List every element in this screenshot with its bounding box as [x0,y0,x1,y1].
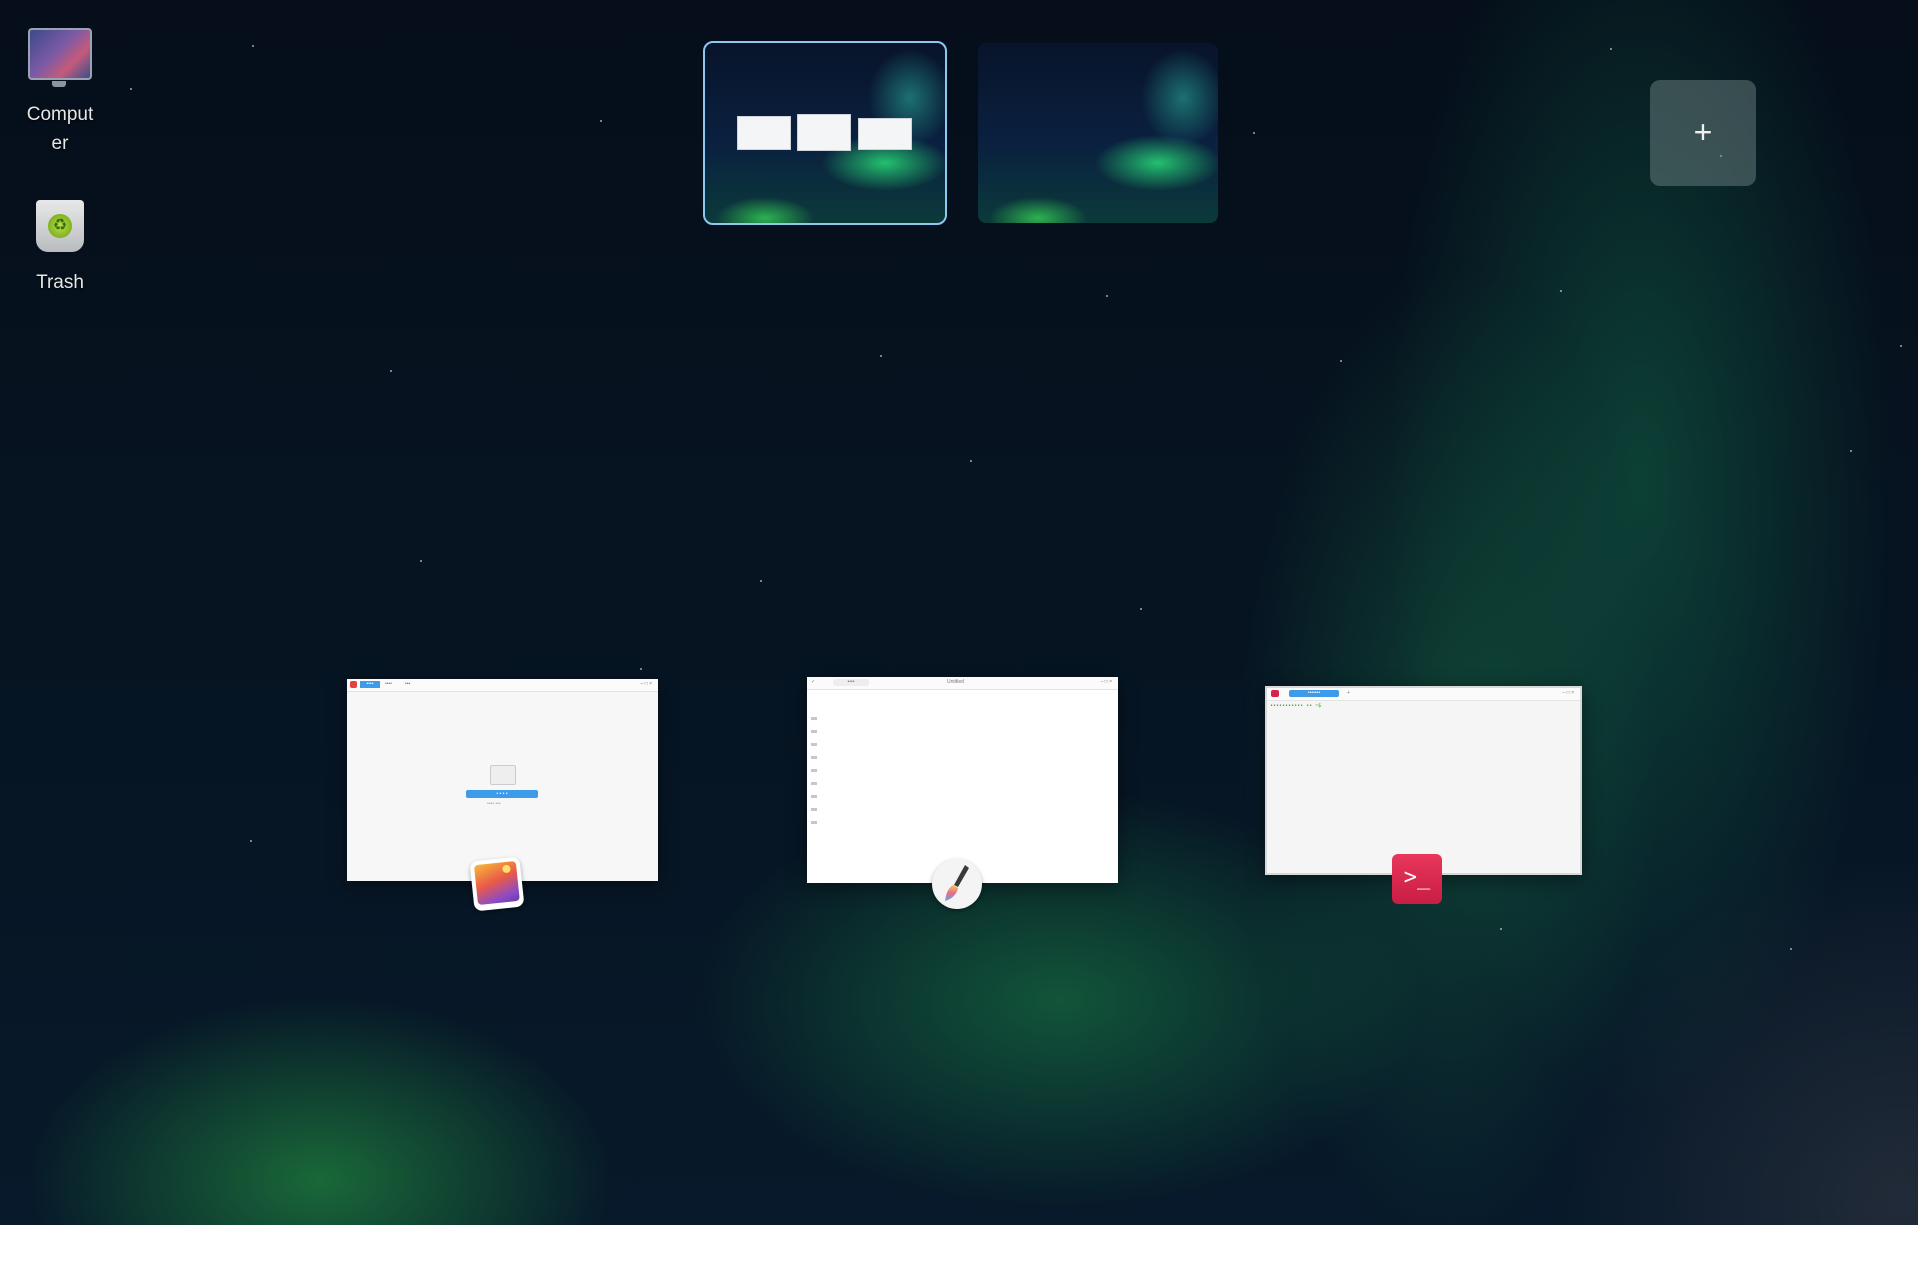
image-placeholder-icon [490,765,516,785]
terminal-logo-icon [1271,690,1279,697]
window-titlebar: ••••••• + – □ × [1267,688,1580,701]
star [880,355,882,357]
terminal-icon: >_ [1392,854,1442,904]
window-controls-icon: – □ × [1562,690,1575,696]
tab: •••• [385,681,393,687]
computer-icon [28,28,92,87]
tool-palette [811,717,817,827]
window-controls-icon: – □ × [640,681,653,687]
mini-window [737,116,791,150]
window-titlebar: •••• •••• ••• – □ × [347,679,658,692]
star [250,840,252,842]
star [1500,928,1502,930]
mini-window [797,114,851,151]
recycle-icon: ♻ [48,214,72,238]
terminal-tab: ••••••• [1289,690,1339,697]
desktop-icon-trash[interactable]: ♻ Trash [10,200,110,297]
star [1106,295,1108,297]
paint-brush-icon [932,859,982,909]
add-workspace-button[interactable]: + [1650,80,1756,186]
star [420,560,422,562]
window-title: Untitled [947,679,964,685]
star [600,120,602,122]
window-thumbnail-terminal[interactable]: ••••••• + – □ × ••••••••••• •• ~$ >_ [1265,686,1582,904]
desktop-icon-label: Comput er [26,104,94,154]
star [1340,360,1342,362]
star [1900,345,1902,347]
workspace-1-thumbnail[interactable] [703,41,947,225]
star [1610,48,1612,50]
star [390,370,392,372]
app-logo-icon [350,681,357,688]
star [970,460,972,462]
window-thumbnail-draw[interactable]: ✓ •••• Untitled – □ × [807,677,1118,909]
tab-active: •••• [360,681,380,688]
star [1560,290,1562,292]
workspace-2-thumbnail[interactable] [978,43,1218,223]
star [1140,608,1142,610]
draw-logo-icon: ✓ [811,679,816,685]
image-viewer-icon [469,856,525,912]
window-titlebar: ✓ •••• Untitled – □ × [807,677,1118,690]
star [760,580,762,582]
star [1790,948,1792,950]
zoom-selector: •••• [833,679,869,686]
desktop-icon-label: Trash [36,272,84,293]
window-thumbnail-image-viewer[interactable]: •••• •••• ••• – □ × • • • • •••• ••• [347,679,658,912]
terminal-prompt: ••••••••••• •• ~$ [1270,703,1322,709]
new-tab-icon: + [1347,690,1350,696]
star [1850,450,1852,452]
window-controls-icon: – □ × [1100,679,1113,685]
star [130,88,132,90]
open-image-button: • • • • [466,790,538,798]
star [1253,132,1255,134]
hint-text: •••• ••• [487,801,501,807]
desktop-background: Comput er ♻ Trash + •••• •••• ••• – □ × … [0,0,1918,1225]
star [252,45,254,47]
star [640,668,642,670]
desktop-icon-computer[interactable]: Comput er [10,28,110,158]
mini-window [858,118,912,150]
trash-icon: ♻ [36,200,84,252]
tab: ••• [405,681,411,687]
